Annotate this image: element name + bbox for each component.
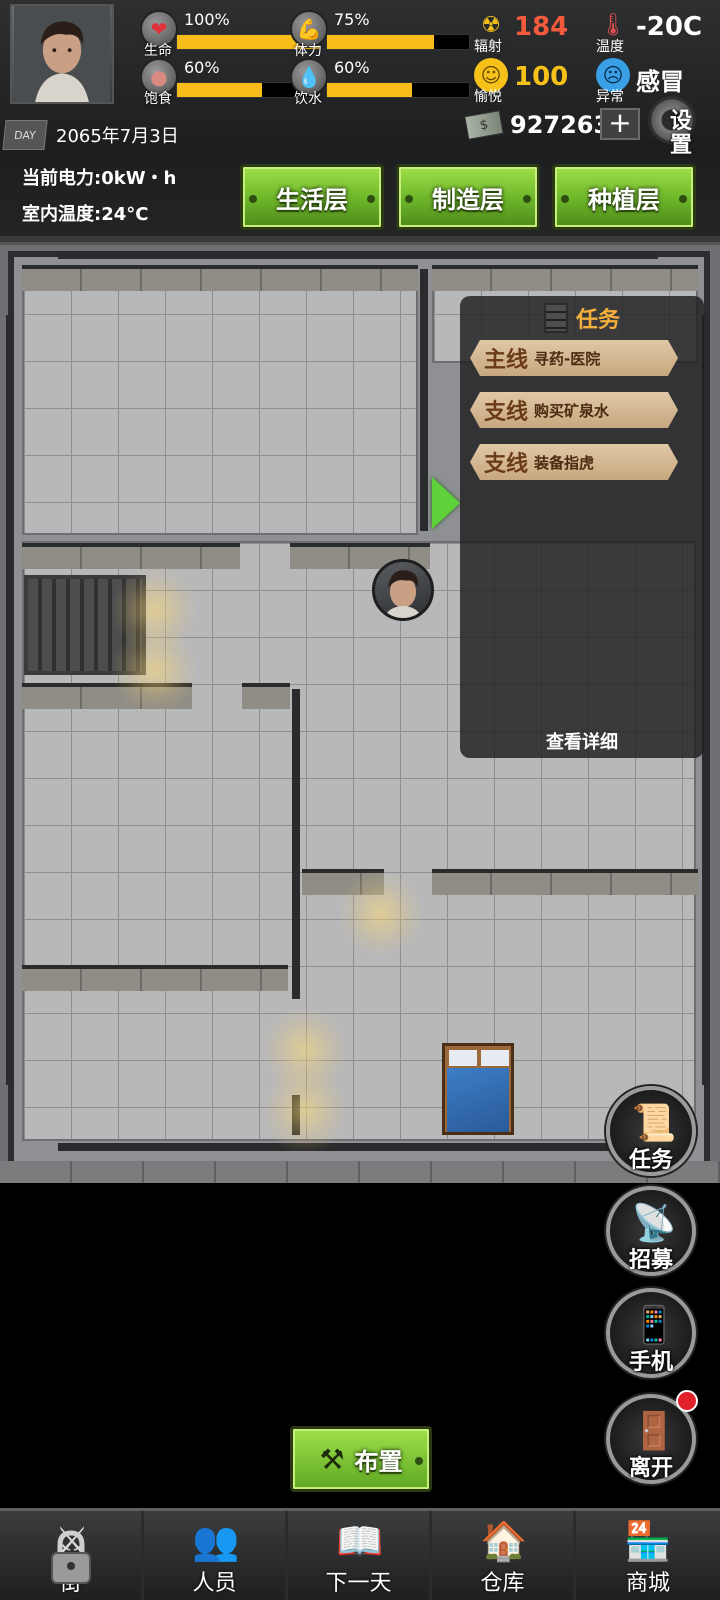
view-details-button[interactable]: 查看详细: [460, 728, 704, 754]
radiation-label: 辐射: [474, 39, 502, 55]
hunger-label: 饱食: [144, 91, 172, 107]
recruit-button-label: 招募: [628, 1248, 673, 1273]
quest-name: 购买矿泉水: [534, 401, 610, 420]
indoor-temp-info: 室内温度:24°C: [22, 204, 149, 225]
calendar-icon: DAY: [2, 120, 48, 150]
settings-button[interactable]: 设置: [648, 96, 710, 158]
health-value: 100%: [184, 10, 230, 29]
phone-button-label: 手机: [628, 1350, 673, 1375]
arrange-button-label: 布置: [354, 1447, 403, 1476]
thirst-label: 饮水: [294, 91, 322, 107]
quest-item[interactable]: 主线 寻药-医院: [470, 340, 678, 376]
abnormal-label: 异常: [596, 89, 624, 105]
wall-segment: [292, 689, 300, 999]
floor-farming-button[interactable]: 种植层: [552, 164, 696, 230]
wall-segment: [22, 543, 240, 569]
floor-crafting-button[interactable]: 制造层: [396, 164, 540, 230]
abnormal-value: 感冒: [636, 68, 684, 96]
quest-name: 装备指虎: [534, 453, 595, 472]
date-display: DAY 2065年7月3日: [0, 118, 179, 152]
wall-segment: [420, 269, 428, 531]
temperature-value: -20C: [636, 12, 703, 42]
phone-button[interactable]: 📱 手机: [606, 1288, 696, 1378]
wall-segment: [432, 869, 698, 895]
temperature-label: 温度: [596, 39, 624, 55]
wall-segment: [58, 251, 658, 259]
date-text: 2065年7月3日: [56, 126, 179, 147]
leave-button-label: 离开: [628, 1456, 673, 1481]
joy-label: 愉悦: [474, 89, 502, 105]
bottom-nav: ⚔ 街 👥 人员 📖 下一天 🏠 仓库 🏪 商城: [0, 1508, 720, 1600]
nav-warehouse[interactable]: 🏠 仓库: [432, 1511, 576, 1600]
joy-value: 100: [514, 62, 569, 92]
stamina-bar: [326, 34, 470, 50]
nav-label: 商城: [625, 1571, 670, 1596]
quest-type: 支线: [484, 452, 529, 477]
wall-segment: [6, 315, 14, 1085]
room-top-left[interactable]: [22, 265, 418, 535]
book-icon: 📖: [336, 1519, 384, 1563]
quest-name: 寻药-医院: [534, 349, 601, 368]
temperature-indicator: 🌡 温度 -20C: [596, 8, 716, 58]
money-amount: 927263: [510, 111, 611, 139]
clipboard-icon: [543, 303, 568, 333]
add-money-button[interactable]: +: [600, 108, 640, 140]
notification-badge: [676, 1390, 698, 1412]
tools-icon: ⚒: [319, 1442, 345, 1476]
quest-type: 支线: [484, 400, 529, 425]
nav-shop[interactable]: 🏪 商城: [576, 1511, 720, 1600]
recruit-button[interactable]: 📡 招募: [606, 1186, 696, 1276]
nav-people[interactable]: 👥 人员: [144, 1511, 288, 1600]
nav-next-day[interactable]: 📖 下一天: [288, 1511, 432, 1600]
shop-icon: 🏪: [624, 1519, 672, 1563]
thirst-value: 60%: [334, 58, 370, 77]
expand-panel-arrow[interactable]: [432, 477, 460, 529]
stamina-value: 75%: [334, 10, 370, 29]
wall-segment: [22, 265, 418, 291]
stamina-label: 体力: [294, 43, 322, 59]
wall-segment: [22, 965, 288, 991]
money-display: $ 927263: [464, 108, 611, 142]
wall-segment: [242, 683, 290, 709]
stat-stamina: 💪 75% 体力: [290, 10, 470, 60]
stat-thirst: 💧 60% 饮水: [290, 58, 470, 108]
cash-icon: $: [464, 110, 504, 140]
ceiling-light: [260, 1065, 350, 1155]
nav-label: 人员: [192, 1571, 237, 1596]
nav-label: 仓库: [480, 1571, 525, 1596]
quest-panel-title: 任务: [575, 308, 620, 333]
quest-item[interactable]: 支线 装备指虎: [470, 444, 678, 480]
health-label: 生命: [144, 43, 172, 59]
quest-type: 主线: [484, 348, 529, 373]
wall-segment: [432, 265, 698, 291]
joy-indicator: ☺ 愉悦 100: [474, 58, 594, 108]
arrange-button[interactable]: ⚒ 布置: [290, 1426, 432, 1492]
quest-panel: 任务 主线 寻药-医院 支线 购买矿泉水 支线 装备指虎 查看详细: [460, 296, 704, 758]
player-character-token[interactable]: [372, 559, 434, 621]
stat-hunger: ● 60% 饱食: [140, 58, 320, 108]
radiation-value: 184: [514, 12, 569, 42]
quest-panel-header: 任务: [460, 296, 704, 340]
settings-label: 设置: [670, 109, 693, 158]
ceiling-light: [336, 869, 426, 959]
bed[interactable]: [442, 1043, 514, 1135]
quest-button-label: 任务: [628, 1148, 673, 1173]
player-avatar[interactable]: [10, 4, 114, 104]
status-hud: ❤ 100% 生命 💪 75% 体力 ● 60% 饱食 💧 60% 饮水 ☢ 辐…: [0, 0, 720, 245]
people-icon: 👥: [192, 1519, 240, 1563]
radiation-indicator: ☢ 辐射 184: [474, 8, 594, 58]
floor-living-button[interactable]: 生活层: [240, 164, 384, 230]
nav-street[interactable]: ⚔ 街: [0, 1511, 144, 1600]
warehouse-icon: 🏠: [480, 1519, 528, 1563]
thirst-bar: [326, 82, 470, 98]
quest-item[interactable]: 支线 购买矿泉水: [470, 392, 678, 428]
lock-icon: [51, 1530, 91, 1584]
ceiling-light: [110, 625, 200, 715]
quest-button[interactable]: 📜 任务: [606, 1086, 696, 1176]
hunger-value: 60%: [184, 58, 220, 77]
nav-label: 下一天: [325, 1571, 392, 1596]
power-info: 当前电力:0kW・h: [22, 168, 177, 189]
wall-segment: [58, 1143, 658, 1151]
stat-health: ❤ 100% 生命: [140, 10, 320, 60]
